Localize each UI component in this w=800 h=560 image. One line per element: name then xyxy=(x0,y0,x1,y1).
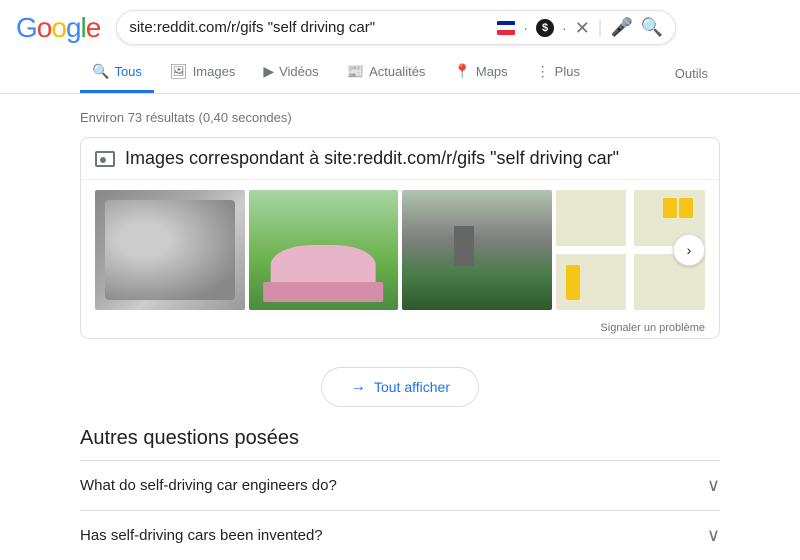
plus-icon: ⋮ xyxy=(536,63,550,80)
search-input[interactable] xyxy=(129,19,489,36)
actualites-icon: 📰 xyxy=(347,63,364,80)
car-interior-image xyxy=(95,190,245,310)
show-all-label: Tout afficher xyxy=(374,379,450,395)
question-item-2[interactable]: Has self-driving cars been invented? ∨ xyxy=(80,510,720,560)
image-section-title: Images correspondant à site:reddit.com/r… xyxy=(125,148,619,169)
microphone-icon[interactable]: 🎤 xyxy=(610,17,632,38)
tab-tous[interactable]: 🔍 Tous xyxy=(80,53,154,93)
divider: | xyxy=(598,17,603,38)
search-bar[interactable]: · $ · ✕ | 🎤 🔍 xyxy=(116,10,676,45)
map-car-4 xyxy=(566,265,580,285)
nav-tabs: 🔍 Tous 🖼 Images ▶ Vidéos 📰 Actualités 📍 … xyxy=(0,53,800,94)
tab-actualites[interactable]: 📰 Actualités xyxy=(335,53,438,93)
results-count: Environ 73 résultats (0,40 secondes) xyxy=(80,102,720,137)
tab-images-label: Images xyxy=(193,64,236,79)
dot-sep-2: · xyxy=(562,20,567,36)
tab-plus[interactable]: ⋮ Plus xyxy=(524,53,592,93)
tab-videos[interactable]: ▶ Vidéos xyxy=(251,53,330,93)
map-car-2 xyxy=(663,198,677,218)
header: Google · $ · ✕ | 🎤 🔍 xyxy=(0,0,800,53)
logo-g2: g xyxy=(66,12,81,44)
dot-sep-1: · xyxy=(523,20,528,36)
street-image xyxy=(402,190,552,310)
autres-questions-section: Autres questions posées What do self-dri… xyxy=(80,419,720,560)
tab-maps[interactable]: 📍 Maps xyxy=(441,53,519,93)
show-all-button[interactable]: → Tout afficher xyxy=(321,367,479,407)
logo-o2: o xyxy=(51,12,66,44)
tab-images[interactable]: 🖼 Images xyxy=(158,53,247,93)
tab-plus-label: Plus xyxy=(555,64,580,79)
logo-o1: o xyxy=(37,12,52,44)
outils-button[interactable]: Outils xyxy=(663,56,720,91)
search-bar-icons: · $ · ✕ | 🎤 🔍 xyxy=(497,17,663,38)
report-problem-link[interactable]: Signaler un problème xyxy=(81,320,719,338)
results-area: Environ 73 résultats (0,40 secondes) Ima… xyxy=(0,94,800,560)
chevron-down-icon-1: ∨ xyxy=(707,475,720,496)
map-car-1 xyxy=(679,198,693,218)
image-thumb-3[interactable] xyxy=(402,190,552,310)
coin-icon: $ xyxy=(536,19,554,37)
pink-car-image xyxy=(249,190,399,310)
tab-maps-label: Maps xyxy=(476,64,508,79)
clear-icon[interactable]: ✕ xyxy=(575,19,590,37)
autres-questions-title: Autres questions posées xyxy=(80,427,720,450)
tab-videos-label: Vidéos xyxy=(279,64,319,79)
maps-icon: 📍 xyxy=(453,63,470,80)
question-item-1[interactable]: What do self-driving car engineers do? ∨ xyxy=(80,460,720,510)
tab-actualites-label: Actualités xyxy=(369,64,425,79)
image-results-section: Images correspondant à site:reddit.com/r… xyxy=(80,137,720,339)
image-section-icon xyxy=(95,151,115,167)
videos-icon: ▶ xyxy=(263,63,274,80)
tous-icon: 🔍 xyxy=(92,63,109,80)
images-icon: 🖼 xyxy=(170,63,188,80)
next-images-button[interactable]: › xyxy=(673,234,705,266)
show-all-row: → Tout afficher xyxy=(80,355,720,419)
logo-e: e xyxy=(86,12,101,44)
search-submit-icon[interactable]: 🔍 xyxy=(641,17,663,38)
question-text-1: What do self-driving car engineers do? xyxy=(80,477,337,494)
arrow-right-icon: → xyxy=(350,378,366,396)
image-section-header: Images correspondant à site:reddit.com/r… xyxy=(81,138,719,180)
image-thumb-2[interactable] xyxy=(249,190,399,310)
image-grid: › xyxy=(81,180,719,320)
google-logo: Google xyxy=(16,12,100,44)
logo-g: G xyxy=(16,12,37,44)
chevron-down-icon-2: ∨ xyxy=(707,525,720,546)
tab-tous-label: Tous xyxy=(114,64,141,79)
french-flag-icon xyxy=(497,21,515,35)
image-thumb-1[interactable] xyxy=(95,190,245,310)
